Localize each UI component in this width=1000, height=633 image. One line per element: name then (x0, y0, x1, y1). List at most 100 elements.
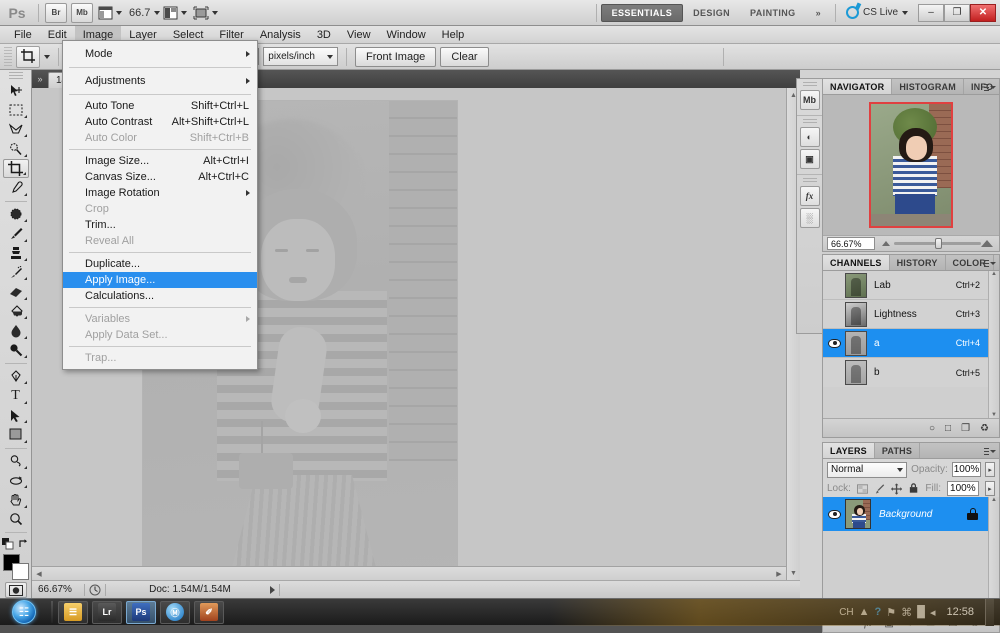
menu-item-auto-tone[interactable]: Auto Tone Shift+Ctrl+L (63, 98, 257, 114)
workspace-essentials[interactable]: ESSENTIALS (601, 4, 684, 22)
menu-item-trim[interactable]: Trim... (63, 217, 257, 233)
menu-view[interactable]: View (339, 26, 379, 44)
layers-scrollbar[interactable]: ▲ ▼ (988, 497, 999, 613)
workspace-painting[interactable]: PAINTING (740, 4, 806, 22)
save-selection-as-channel-icon[interactable]: □ (945, 423, 951, 434)
channel-row-lab[interactable]: Lab Ctrl+2 (823, 271, 988, 300)
slider-knob[interactable] (935, 238, 942, 249)
eraser-tool[interactable] (3, 282, 29, 301)
panel-menu-icon[interactable] (984, 258, 996, 268)
tools-panel-grip[interactable] (9, 72, 23, 79)
panel-menu-icon[interactable] (984, 82, 996, 92)
menu-item-canvas-size[interactable]: Canvas Size... Alt+Ctrl+C (63, 169, 257, 185)
adjustments-icon[interactable]: ◐ (800, 127, 820, 147)
layer-visibility-toggle[interactable] (823, 497, 845, 531)
canvas-horizontal-scrollbar[interactable]: ◀ ▶ (32, 566, 786, 580)
tab-history[interactable]: HISTORY (890, 255, 946, 270)
opacity-input[interactable]: 100% (952, 462, 981, 477)
zoom-out-icon[interactable] (882, 241, 890, 246)
options-bar-grip[interactable] (4, 47, 12, 67)
channels-scrollbar[interactable]: ▲ ▼ (988, 271, 999, 418)
blur-tool[interactable] (3, 321, 29, 340)
quick-mask-button[interactable] (5, 582, 27, 598)
menu-item-image-size[interactable]: Image Size... Alt+Ctrl+I (63, 153, 257, 169)
swap-colors-icon[interactable] (18, 538, 30, 550)
menu-item-duplicate[interactable]: Duplicate... (63, 256, 257, 272)
channel-row-a[interactable]: a Ctrl+4 (823, 329, 988, 358)
channel-visibility-toggle[interactable] (823, 329, 845, 358)
spot-healing-brush-tool[interactable] (3, 205, 29, 224)
launch-mini-bridge-button[interactable]: Mb (71, 3, 93, 23)
marquee-tool[interactable] (3, 100, 29, 119)
image-menu-dropdown[interactable]: Mode Adjustments Auto Tone Shift+Ctrl+L … (62, 40, 258, 370)
mini-bridge-icon[interactable]: Mb (800, 90, 820, 110)
lock-image-pixels-icon[interactable] (874, 483, 885, 495)
path-selection-tool[interactable] (3, 406, 29, 425)
channel-visibility-toggle[interactable] (823, 271, 845, 300)
brush-tool[interactable] (3, 224, 29, 243)
clear-button[interactable]: Clear (440, 47, 488, 67)
menu-item-auto-contrast[interactable]: Auto Contrast Alt+Shift+Ctrl+L (63, 114, 257, 130)
menu-item-mode[interactable]: Mode (63, 44, 257, 64)
tab-layers[interactable]: LAYERS (823, 443, 875, 458)
hand-tool[interactable] (3, 490, 29, 509)
resolution-unit-select[interactable]: pixels/inch (263, 47, 338, 66)
tab-navigator[interactable]: NAVIGATOR (823, 79, 892, 94)
tab-channels[interactable]: CHANNELS (823, 255, 890, 270)
rectangle-tool[interactable] (3, 425, 29, 444)
menu-window[interactable]: Window (379, 26, 434, 44)
navigator-preview[interactable] (823, 95, 999, 235)
rail-grip[interactable] (803, 178, 817, 184)
history-brush-tool[interactable] (3, 263, 29, 282)
3d-camera-rotate-tool[interactable] (3, 471, 29, 490)
menu-item-image-rotation[interactable]: Image Rotation (63, 185, 257, 201)
cs-live-button[interactable]: CS Live (840, 6, 914, 19)
menu-help[interactable]: Help (434, 26, 473, 44)
panel-menu-icon[interactable] (984, 446, 996, 456)
channel-row-lightness[interactable]: Lightness Ctrl+3 (823, 300, 988, 329)
tab-histogram[interactable]: HISTOGRAM (892, 79, 964, 94)
gradient-tool[interactable] (3, 302, 29, 321)
3d-object-rotate-tool[interactable] (3, 452, 29, 471)
type-tool[interactable]: T (3, 386, 29, 405)
rail-grip[interactable] (803, 119, 817, 125)
styles-icon[interactable]: fx (800, 186, 820, 206)
zoom-tool[interactable] (3, 510, 29, 529)
menu-analysis[interactable]: Analysis (252, 26, 309, 44)
load-channel-as-selection-icon[interactable]: ○ (929, 423, 935, 434)
arrange-documents-button[interactable] (161, 3, 189, 23)
tool-preset-chevron-icon[interactable] (44, 55, 50, 59)
create-new-channel-icon[interactable]: ❐ (961, 423, 970, 434)
clone-stamp-tool[interactable] (3, 244, 29, 263)
swatches-icon[interactable]: ░ (800, 208, 820, 228)
menu-item-calculations[interactable]: Calculations... (63, 288, 257, 304)
background-color-swatch[interactable] (12, 563, 29, 580)
menu-item-adjustments[interactable]: Adjustments (63, 71, 257, 91)
crop-tool[interactable] (3, 159, 29, 179)
channel-visibility-toggle[interactable] (823, 300, 845, 329)
eyedropper-tool[interactable] (3, 178, 29, 197)
status-popup-arrow-icon[interactable] (270, 586, 275, 594)
lock-position-icon[interactable] (891, 483, 902, 495)
minimize-button[interactable]: – (918, 4, 944, 22)
fill-input[interactable]: 100% (947, 481, 979, 496)
pen-tool[interactable] (3, 367, 29, 386)
workspace-design[interactable]: DESIGN (683, 4, 740, 22)
layer-row-background[interactable]: Background (823, 497, 988, 531)
restore-button[interactable]: ❐ (944, 4, 970, 22)
zoom-chevron-down-icon[interactable] (154, 11, 160, 15)
menu-file[interactable]: File (6, 26, 40, 44)
tab-paths[interactable]: PATHS (875, 443, 920, 458)
opacity-stepper[interactable]: ▸ (985, 462, 995, 477)
dodge-tool[interactable] (3, 341, 29, 360)
lock-all-icon[interactable] (908, 482, 919, 495)
current-tool-button[interactable] (16, 46, 40, 68)
workspace-more-button[interactable]: » (806, 4, 831, 22)
masks-icon[interactable]: ▣ (800, 149, 820, 169)
fill-stepper[interactable]: ▸ (985, 481, 995, 496)
menu-3d[interactable]: 3D (309, 26, 339, 44)
collapse-to-icons-icon[interactable]: » (32, 70, 48, 88)
quick-selection-tool[interactable] (3, 139, 29, 158)
view-extras-button[interactable] (96, 3, 124, 23)
status-zoom-value[interactable]: 66.67% (32, 584, 80, 595)
